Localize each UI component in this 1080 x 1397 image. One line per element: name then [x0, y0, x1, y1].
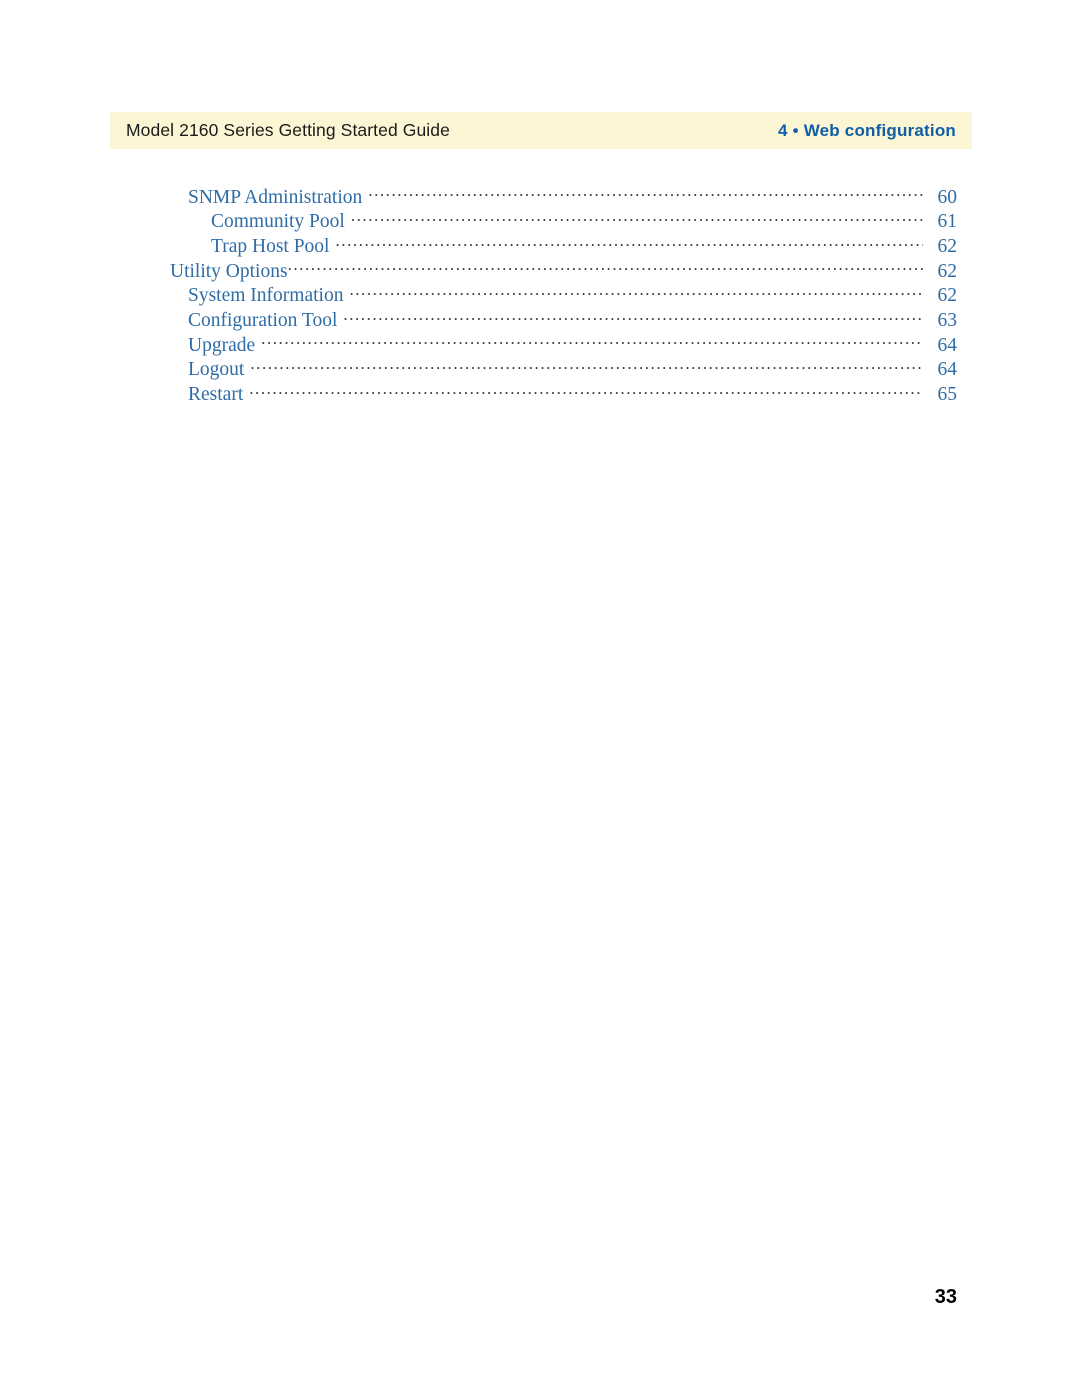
- toc-dot-leader: [351, 208, 923, 228]
- toc-entry-page-number: 65: [937, 384, 958, 405]
- toc-dot-leader: [335, 232, 923, 252]
- toc-entry-label: System Information: [188, 285, 344, 307]
- toc-entry-label: Logout: [188, 359, 245, 381]
- toc-dot-leader: [261, 331, 923, 351]
- toc-dot-leader: [343, 306, 923, 326]
- toc-dot-leader: [288, 257, 923, 277]
- toc-entry[interactable]: Utility Options 62: [0, 257, 1080, 282]
- toc-dot-leader: [250, 356, 923, 376]
- table-of-contents: SNMP Administration60Community Pool61Tra…: [0, 183, 1080, 405]
- toc-entry-label: Community Pool: [211, 211, 345, 233]
- toc-dot-leader: [249, 381, 923, 401]
- toc-dot-leader: [368, 183, 923, 203]
- document-page: Model 2160 Series Getting Started Guide …: [0, 0, 1080, 1397]
- toc-entry[interactable]: Configuration Tool 63: [0, 306, 1080, 331]
- toc-entry-page-number: 61: [937, 211, 958, 233]
- running-header: Model 2160 Series Getting Started Guide …: [110, 112, 972, 149]
- toc-entry-label: Configuration Tool: [188, 309, 338, 331]
- toc-entry-page-number: 64: [937, 334, 958, 356]
- toc-entry-label: Upgrade: [188, 334, 256, 356]
- toc-entry[interactable]: Upgrade 64: [0, 331, 1080, 356]
- toc-entry-page-number: 64: [937, 359, 958, 381]
- toc-entry-label: Utility Options: [170, 260, 288, 282]
- toc-entry[interactable]: System Information 62: [0, 282, 1080, 307]
- toc-entry-page-number: 60: [937, 186, 958, 208]
- toc-entry-page-number: 62: [937, 285, 958, 307]
- toc-dot-leader: [349, 282, 923, 302]
- toc-entry-label: Restart: [188, 384, 244, 405]
- toc-entry[interactable]: Logout 64: [0, 356, 1080, 381]
- header-chapter-title: 4 • Web configuration: [778, 120, 956, 140]
- toc-entry-page-number: 62: [937, 260, 958, 282]
- page-number-folio: 33: [934, 1286, 957, 1308]
- toc-entry[interactable]: Trap Host Pool 62: [0, 232, 1080, 257]
- toc-entry-label: Trap Host Pool: [211, 235, 330, 257]
- toc-entry-page-number: 62: [937, 235, 958, 257]
- toc-entry[interactable]: Restart 65: [0, 381, 1080, 406]
- toc-entry-label: SNMP Administration: [188, 186, 363, 208]
- toc-entry[interactable]: Community Pool 61: [0, 208, 1080, 233]
- header-document-title: Model 2160 Series Getting Started Guide: [126, 120, 450, 140]
- toc-entry-page-number: 63: [937, 309, 958, 331]
- toc-entry[interactable]: SNMP Administration 60: [0, 183, 1080, 208]
